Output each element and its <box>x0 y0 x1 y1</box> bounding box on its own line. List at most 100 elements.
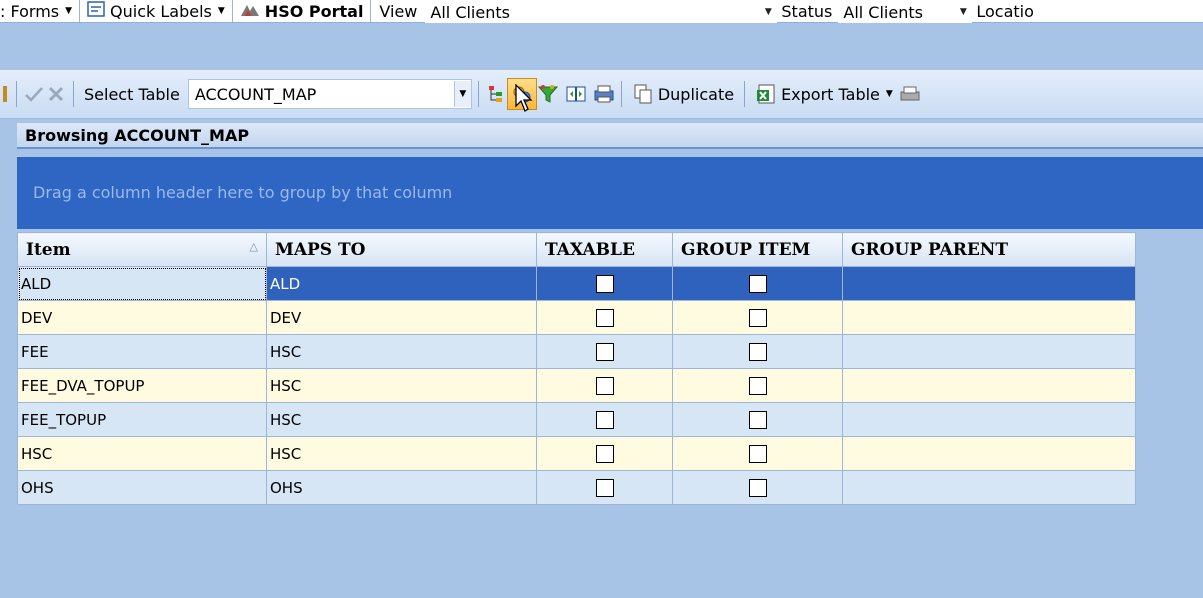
cell-group-parent[interactable] <box>842 470 1136 505</box>
pin-icon[interactable] <box>0 83 10 105</box>
group-item-checkbox[interactable] <box>748 308 767 327</box>
group-item-checkbox[interactable] <box>748 376 767 395</box>
taxable-checkbox[interactable] <box>595 342 614 361</box>
column-header-taxable[interactable]: TAXABLE <box>536 232 673 267</box>
column-header-group-parent[interactable]: GROUP PARENT <box>842 232 1136 267</box>
cell-group-parent[interactable] <box>842 300 1136 335</box>
cell-maps-to[interactable]: HSC <box>266 402 537 437</box>
duplicate-button[interactable]: Duplicate <box>628 79 738 109</box>
column-header-item[interactable]: Item △ <box>17 232 267 267</box>
cell-group-item[interactable] <box>672 436 843 471</box>
cell-maps-to[interactable]: ALD <box>266 266 537 301</box>
cell-maps-to[interactable]: DEV <box>266 300 537 335</box>
separator <box>16 81 17 107</box>
table-row[interactable]: DEV DEV <box>17 300 1136 335</box>
hso-portal-button[interactable]: HSO Portal <box>233 0 372 22</box>
check-icon[interactable] <box>23 83 45 105</box>
cell-group-item[interactable] <box>672 368 843 403</box>
group-item-checkbox[interactable] <box>748 478 767 497</box>
forms-label: : Forms <box>0 1 60 21</box>
tree-icon[interactable] <box>485 83 507 105</box>
cell-group-item[interactable] <box>672 402 843 437</box>
column-header-label: GROUP PARENT <box>851 239 1008 260</box>
cell-item[interactable]: DEV <box>17 300 267 335</box>
separator <box>477 81 479 107</box>
status-label: Status <box>777 0 838 22</box>
cell-group-parent[interactable] <box>842 402 1136 437</box>
cell-group-item[interactable] <box>672 300 843 335</box>
column-header-group-item[interactable]: GROUP ITEM <box>672 232 843 267</box>
cell-group-parent[interactable] <box>842 334 1136 369</box>
browse-header: Browsing ACCOUNT_MAP <box>17 123 1203 149</box>
duplicate-icon <box>632 83 654 105</box>
chevron-down-icon[interactable]: ▼ <box>760 2 776 22</box>
cell-taxable[interactable] <box>536 334 673 369</box>
taxable-checkbox[interactable] <box>595 410 614 429</box>
cell-maps-to[interactable]: HSC <box>266 436 537 471</box>
table-row[interactable]: OHS OHS <box>17 470 1136 505</box>
data-grid: Item △ MAPS TO TAXABLE GROUP ITEM GROUP P… <box>17 232 1136 505</box>
view-value: All Clients <box>430 2 510 22</box>
select-table-dropdown[interactable]: ACCOUNT_MAP ▼ <box>187 79 472 109</box>
chevron-down-icon[interactable]: ▼ <box>886 89 893 99</box>
chevron-down-icon[interactable]: ▼ <box>955 2 971 22</box>
taxable-checkbox[interactable] <box>595 478 614 497</box>
table-row[interactable]: HSC HSC <box>17 436 1136 471</box>
cell-taxable[interactable] <box>536 470 673 505</box>
group-item-checkbox[interactable] <box>748 410 767 429</box>
forms-menu[interactable]: : Forms ▼ <box>0 0 81 22</box>
select-table-label: Select Table <box>84 84 180 104</box>
table-row[interactable]: ALD ALD <box>17 266 1136 301</box>
browse-title: Browsing ACCOUNT_MAP <box>25 126 250 145</box>
hso-portal-label: HSO Portal <box>264 1 364 21</box>
export-table-button[interactable]: Export Table ▼ <box>751 79 897 109</box>
mouse-cursor-icon <box>515 83 535 118</box>
quick-labels-menu[interactable]: Quick Labels ▼ <box>80 0 233 22</box>
cell-taxable[interactable] <box>536 266 673 301</box>
cell-group-item[interactable] <box>672 266 843 301</box>
group-by-panel[interactable]: Drag a column header here to group by th… <box>17 157 1203 229</box>
chevron-down-icon[interactable]: ▼ <box>453 81 471 107</box>
taxable-checkbox[interactable] <box>595 308 614 327</box>
cell-group-item[interactable] <box>672 470 843 505</box>
cell-taxable[interactable] <box>536 368 673 403</box>
print-icon[interactable] <box>593 83 615 105</box>
table-row[interactable]: FEE_DVA_TOPUP HSC <box>17 368 1136 403</box>
table-row[interactable]: FEE_TOPUP HSC <box>17 402 1136 437</box>
cell-taxable[interactable] <box>536 300 673 335</box>
cell-taxable[interactable] <box>536 402 673 437</box>
duplicate-label: Duplicate <box>657 84 735 104</box>
status-select[interactable]: All Clients ▼ <box>838 1 973 23</box>
column-header-maps-to[interactable]: MAPS TO <box>266 232 537 267</box>
table-row[interactable]: FEE HSC <box>17 334 1136 369</box>
view-select[interactable]: All Clients ▼ <box>425 1 778 23</box>
cell-item[interactable]: ALD <box>17 266 267 301</box>
cell-group-parent[interactable] <box>842 266 1136 301</box>
cell-group-parent[interactable] <box>842 368 1136 403</box>
separator <box>73 81 74 107</box>
cancel-icon[interactable] <box>45 83 67 105</box>
cell-item[interactable]: HSC <box>17 436 267 471</box>
cell-group-item[interactable] <box>672 334 843 369</box>
export-table-label: Export Table <box>781 84 880 104</box>
printer-icon[interactable] <box>899 83 921 105</box>
cell-item[interactable]: FEE_DVA_TOPUP <box>17 368 267 403</box>
group-item-checkbox[interactable] <box>748 444 767 463</box>
cell-group-parent[interactable] <box>842 436 1136 471</box>
cell-taxable[interactable] <box>536 436 673 471</box>
filter-icon[interactable] <box>537 83 559 105</box>
cell-maps-to[interactable]: OHS <box>266 470 537 505</box>
group-item-checkbox[interactable] <box>748 274 767 293</box>
cell-item[interactable]: OHS <box>17 470 267 505</box>
location-label: Locatio <box>972 0 1040 22</box>
cell-maps-to[interactable]: HSC <box>266 334 537 369</box>
cell-item[interactable]: FEE_TOPUP <box>17 402 267 437</box>
columns-icon[interactable] <box>565 83 587 105</box>
taxable-checkbox[interactable] <box>595 376 614 395</box>
column-header-label: Item <box>26 239 71 260</box>
taxable-checkbox[interactable] <box>595 444 614 463</box>
group-item-checkbox[interactable] <box>748 342 767 361</box>
cell-item[interactable]: FEE <box>17 334 267 369</box>
cell-maps-to[interactable]: HSC <box>266 368 537 403</box>
taxable-checkbox[interactable] <box>595 274 614 293</box>
